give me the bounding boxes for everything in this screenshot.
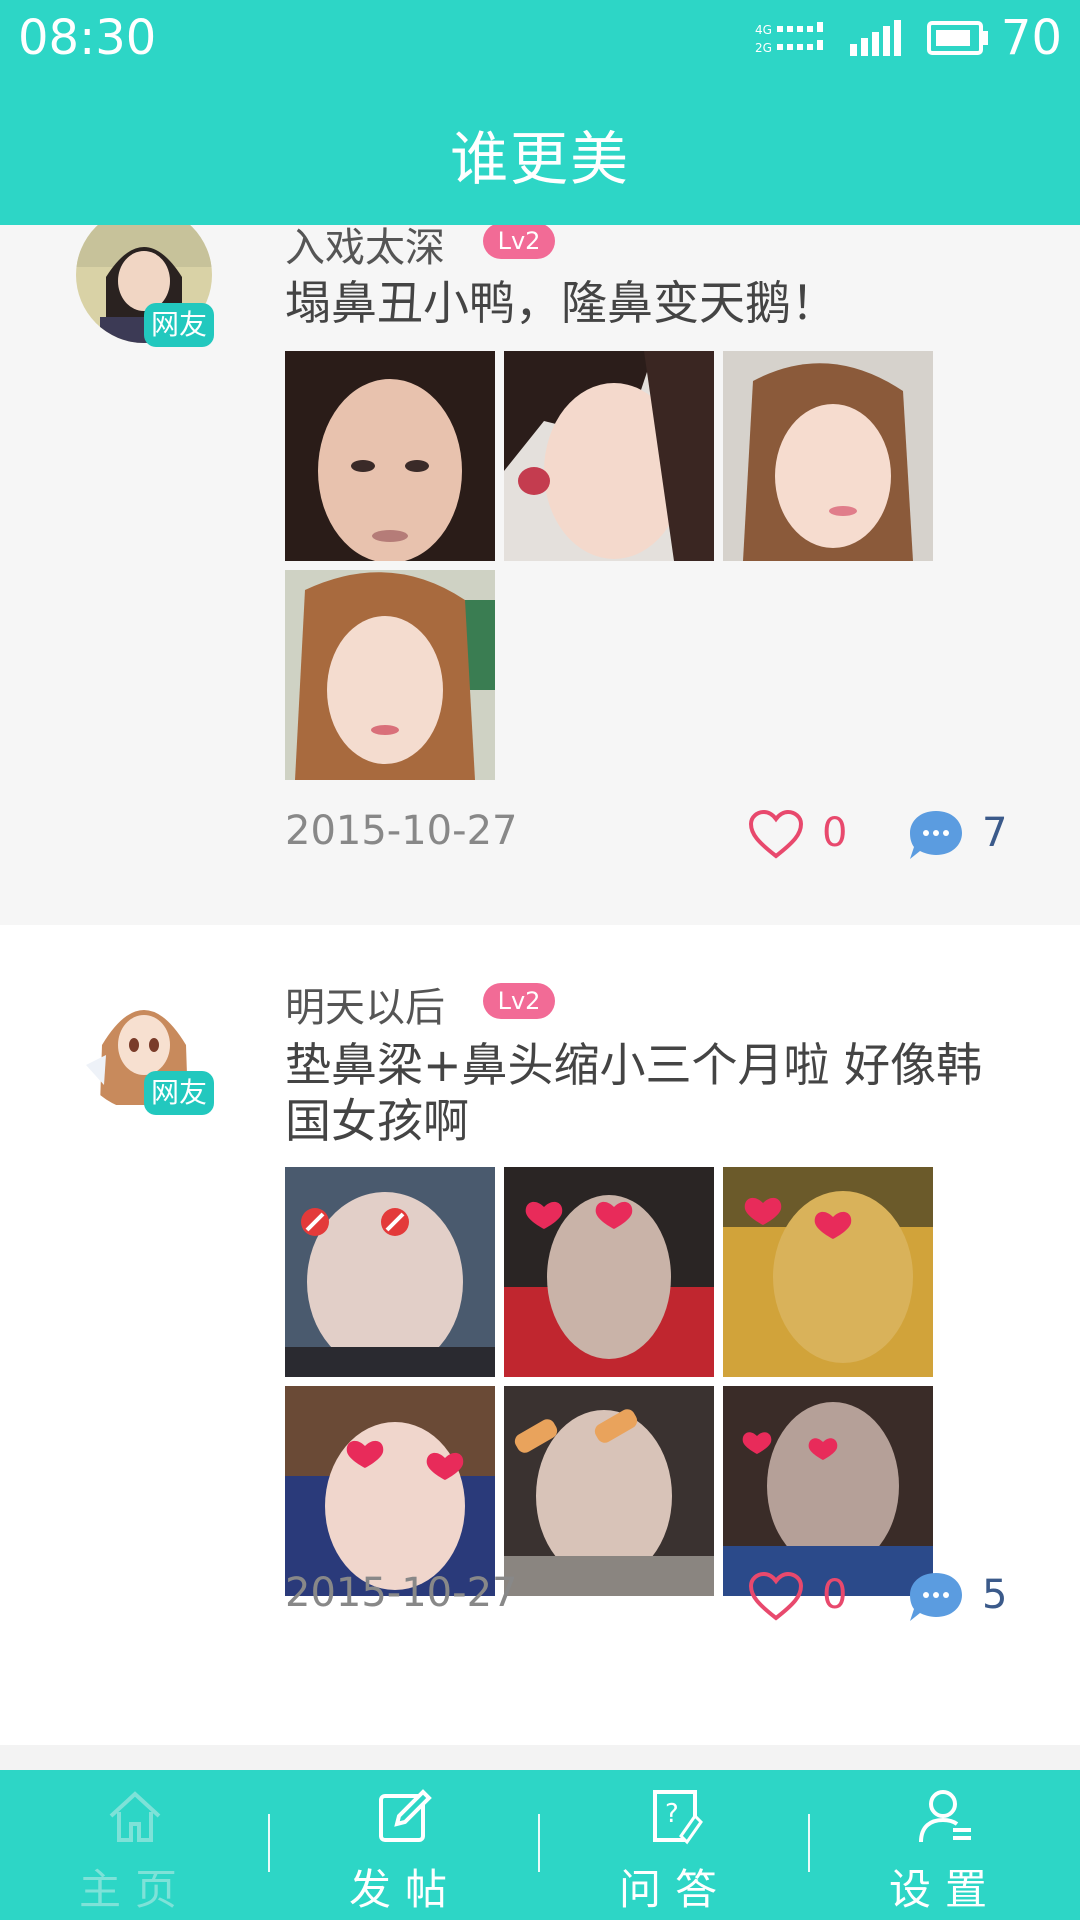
nav-post[interactable]: 发帖 — [270, 1770, 540, 1920]
home-icon — [109, 1791, 161, 1842]
heart-icon[interactable] — [748, 1572, 804, 1622]
post-date: 2015-10-27 — [285, 808, 518, 854]
post-photo[interactable] — [504, 351, 714, 561]
bottom-nav: 主页 发帖 ? 问答 设置 — [0, 1770, 1080, 1920]
battery-level: 70 — [1000, 10, 1062, 66]
user-settings-icon — [919, 1790, 971, 1843]
level-badge: Lv2 — [483, 983, 555, 1019]
post-date: 2015-10-27 — [285, 1570, 518, 1616]
comment-icon[interactable] — [906, 1569, 966, 1625]
like-count: 0 — [822, 810, 848, 856]
nav-home[interactable]: 主页 — [0, 1770, 270, 1920]
nav-qa-label: 问答 — [618, 1865, 731, 1914]
nav-home-label: 主页 — [78, 1865, 191, 1914]
question-icon: ? — [653, 1790, 703, 1845]
nav-qa[interactable]: ? 问答 — [540, 1770, 810, 1920]
post-photo[interactable] — [504, 1386, 714, 1596]
post-photo[interactable] — [285, 1386, 495, 1596]
heart-icon[interactable] — [748, 810, 804, 860]
post-text[interactable]: 塌鼻丑小鸭，隆鼻变天鹅！ — [285, 275, 1025, 331]
friend-badge: 网友 — [144, 1071, 214, 1115]
edit-icon — [379, 1789, 432, 1842]
post-photo[interactable] — [285, 351, 495, 561]
nav-settings-label: 设置 — [888, 1865, 1001, 1914]
post-photo[interactable] — [285, 570, 495, 780]
post-photo[interactable] — [723, 1386, 933, 1596]
nav-post-label: 发帖 — [348, 1865, 461, 1914]
comment-count: 7 — [982, 810, 1008, 856]
svg-text:4G: 4G — [755, 23, 772, 37]
network-4g-icon: 4G 2G — [755, 22, 823, 55]
post-photo[interactable] — [723, 1167, 933, 1377]
post-username[interactable]: 明天以后 — [285, 975, 445, 1033]
status-time: 08:30 — [18, 10, 157, 66]
nav-settings[interactable]: 设置 — [810, 1770, 1080, 1920]
comment-icon[interactable] — [906, 807, 966, 863]
post-separator — [0, 1745, 1080, 1770]
page-title: 谁更美 — [449, 125, 630, 193]
post-card[interactable]: 网友 明天以后 Lv2 垫鼻梁+鼻头缩小三个月啦 好像韩国女孩啊 2015-10… — [0, 925, 1080, 1745]
svg-text:2G: 2G — [755, 41, 772, 55]
post-card[interactable]: 网友 入戏太深 Lv2 塌鼻丑小鸭，隆鼻变天鹅！ 2015-10-27 0 7 — [0, 225, 1080, 925]
post-avatar[interactable]: 网友 — [76, 975, 214, 1115]
like-count: 0 — [822, 1572, 848, 1618]
svg-text:?: ? — [665, 1799, 679, 1829]
post-avatar[interactable]: 网友 — [76, 225, 214, 347]
comment-count: 5 — [982, 1572, 1008, 1618]
post-text[interactable]: 垫鼻梁+鼻头缩小三个月啦 好像韩国女孩啊 — [285, 1037, 1025, 1149]
app-screen: 08:30 4G 2G 70 谁更美 网友 入戏太深 Lv2 塌鼻丑小鸭，隆鼻变… — [0, 0, 1080, 1920]
post-feed[interactable]: 网友 入戏太深 Lv2 塌鼻丑小鸭，隆鼻变天鹅！ 2015-10-27 0 7 … — [0, 225, 1080, 1770]
post-photo[interactable] — [504, 1167, 714, 1377]
post-username[interactable]: 入戏太深 — [285, 225, 445, 273]
battery-icon — [927, 21, 988, 55]
signal-icon — [850, 20, 901, 56]
status-bar: 08:30 4G 2G 70 — [0, 0, 1080, 80]
post-photo[interactable] — [723, 351, 933, 561]
friend-badge: 网友 — [144, 303, 214, 347]
post-photo[interactable] — [285, 1167, 495, 1377]
top-bar: 08:30 4G 2G 70 谁更美 — [0, 0, 1080, 225]
level-badge: Lv2 — [483, 225, 555, 259]
